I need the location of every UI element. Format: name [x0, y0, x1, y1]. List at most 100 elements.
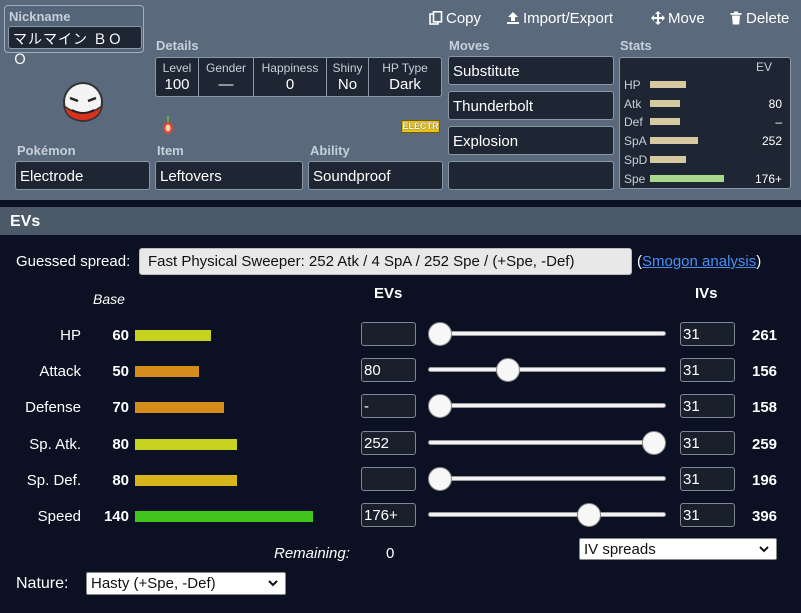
stats-summary[interactable]: EV HP Atk 80 Def – SpA 252 SpD Spe 176+	[619, 57, 791, 189]
iv-input[interactable]: 31	[680, 358, 735, 382]
iv-input[interactable]: 31	[680, 467, 735, 491]
ev-row: Sp. Def. 80 31 196	[0, 466, 801, 496]
ev-input[interactable]: -	[361, 394, 416, 418]
ev-row: Speed 140 176+ 31 396	[0, 502, 801, 532]
move-input-2[interactable]: Thunderbolt	[448, 91, 614, 120]
nickname-input[interactable]: マルマイン ＢＯＯ	[8, 26, 142, 67]
stat-name: Atk	[624, 97, 642, 111]
copy-button[interactable]: Copy	[429, 8, 481, 28]
stat-total: 259	[752, 436, 778, 453]
ev-input[interactable]	[361, 322, 416, 346]
detail-shiny: Shiny No	[327, 58, 369, 96]
ev-slider-handle[interactable]	[577, 503, 601, 527]
guessed-spread-label: Guessed spread:	[16, 253, 131, 270]
moves-label: Moves	[449, 38, 490, 53]
iv-spreads-select[interactable]: IV spreads	[579, 538, 777, 560]
ev-row: Defense 70 - 31 158	[0, 393, 801, 423]
move-arrows-icon	[651, 11, 665, 25]
detail-head: Gender	[205, 61, 247, 75]
ev-slider-handle[interactable]	[428, 394, 452, 418]
iv-input[interactable]: 31	[680, 322, 735, 346]
ev-slider-handle[interactable]	[428, 467, 452, 491]
nickname-section: Nickname マルマイン ＢＯＯ	[4, 5, 144, 67]
stat-row-spd: SpD	[620, 151, 792, 169]
item-input[interactable]: Leftovers	[155, 161, 303, 190]
detail-value: 0	[285, 76, 295, 93]
ev-slider-track[interactable]	[428, 367, 666, 372]
smogon-analysis: (Smogon analysis)	[637, 253, 761, 270]
ev-input[interactable]: 176+	[361, 503, 416, 527]
base-stat-bar	[135, 439, 237, 450]
ev-input[interactable]	[361, 467, 416, 491]
move-input-3[interactable]: Explosion	[448, 126, 614, 155]
ev-slider-handle[interactable]	[428, 322, 452, 346]
ev-row: HP 60 31 261	[0, 321, 801, 351]
stat-ev: –	[775, 115, 782, 129]
detail-head: HP Type	[382, 61, 428, 75]
stat-name: Spe	[624, 172, 646, 186]
nature-select[interactable]: Hasty (+Spe, -Def)	[86, 572, 286, 595]
smogon-analysis-link[interactable]: Smogon analysis	[642, 253, 756, 270]
stats-ev-head: EV	[756, 60, 773, 74]
detail-hp-type: HP Type Dark	[369, 58, 441, 96]
base-stat-value: 80	[112, 436, 129, 453]
base-stat-bar	[135, 475, 237, 486]
item-label: Item	[157, 143, 184, 158]
pokemon-input[interactable]: Electrode	[15, 161, 150, 190]
base-column-header: Base	[93, 291, 125, 307]
stat-name: SpD	[624, 153, 648, 167]
iv-input[interactable]: 31	[680, 503, 735, 527]
stat-bar	[650, 137, 698, 144]
ev-slider-track[interactable]	[428, 476, 666, 481]
import-export-label: Import/Export	[523, 9, 614, 27]
details-box[interactable]: Level 100 Gender — Happiness 0 Shiny No HP T…	[155, 57, 442, 97]
ev-slider-track[interactable]	[428, 331, 666, 336]
ev-slider-handle[interactable]	[642, 431, 666, 455]
move-button[interactable]: Move	[651, 8, 705, 28]
stat-name: HP	[624, 78, 641, 92]
delete-label: Delete	[746, 9, 790, 27]
iv-input[interactable]: 31	[680, 431, 735, 455]
detail-gender: Gender —	[199, 58, 254, 96]
details-label: Details	[156, 38, 199, 53]
pokemon-label: Pokémon	[17, 143, 76, 158]
delete-button[interactable]: Delete	[729, 8, 789, 28]
stats-label: Stats	[620, 38, 652, 53]
stat-row-atk: Atk 80	[620, 95, 792, 113]
detail-value: No	[337, 76, 358, 93]
base-stat-bar	[135, 511, 313, 522]
stat-name: HP	[60, 327, 81, 344]
ev-slider-handle[interactable]	[496, 358, 520, 382]
ev-input[interactable]: 252	[361, 431, 416, 455]
remaining-label: Remaining:	[274, 545, 350, 562]
ability-input[interactable]: Soundproof	[308, 161, 443, 190]
base-stat-value: 140	[103, 508, 129, 525]
stat-bar	[650, 156, 686, 163]
stat-name: Attack	[39, 363, 81, 380]
move-input-4[interactable]	[448, 161, 614, 190]
ev-row: Sp. Atk. 80 252 31 259	[0, 430, 801, 460]
evs-header: EVs	[0, 207, 801, 235]
ability-label: Ability	[310, 143, 350, 158]
chevron-down-icon	[759, 546, 769, 553]
ev-input[interactable]: 80	[361, 358, 416, 382]
stat-name: Sp. Atk.	[29, 436, 81, 453]
stat-total: 156	[752, 363, 778, 380]
chevron-down-icon	[268, 580, 278, 587]
stat-total: 396	[752, 508, 778, 525]
copy-label: Copy	[446, 9, 482, 27]
copy-icon	[429, 11, 443, 25]
ev-slider-track[interactable]	[428, 512, 666, 517]
stat-row-def: Def –	[620, 113, 792, 131]
move-input-1[interactable]: Substitute	[448, 56, 614, 85]
ev-slider-track[interactable]	[428, 403, 666, 408]
guessed-spread-button[interactable]: Fast Physical Sweeper: 252 Atk / 4 SpA /…	[139, 248, 632, 275]
stat-name: Speed	[37, 508, 81, 525]
ev-slider-track[interactable]	[428, 440, 666, 445]
iv-input[interactable]: 31	[680, 394, 735, 418]
set-panel: Nickname マルマイン ＢＯＯ Copy Import/Export Mo…	[0, 0, 801, 200]
move-label: Move	[668, 9, 705, 27]
detail-happiness: Happiness 0	[254, 58, 327, 96]
stat-bar	[650, 118, 680, 125]
import-export-button[interactable]: Import/Export	[506, 8, 613, 28]
